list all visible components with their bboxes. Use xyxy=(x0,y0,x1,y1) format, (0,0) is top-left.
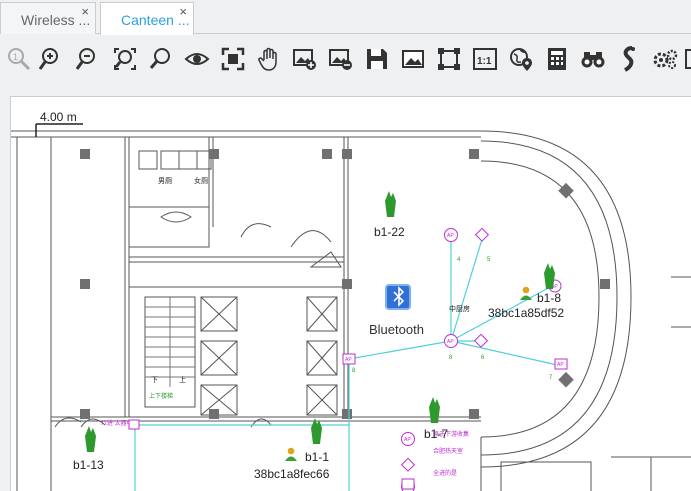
svg-text:上: 上 xyxy=(179,375,186,384)
close-icon[interactable]: × xyxy=(81,5,89,18)
binoculars-icon[interactable] xyxy=(578,44,608,74)
svg-text:女厕: 女厕 xyxy=(194,176,208,185)
fullscreen-icon[interactable] xyxy=(218,44,248,74)
app-window: Wireless ... × Canteen ... × 1 1:1 4 5 8… xyxy=(0,0,691,491)
svg-text:AP: AP xyxy=(345,357,352,363)
tab-label: Wireless ... xyxy=(21,12,91,28)
svg-text:合肥热天室: 合肥热天室 xyxy=(433,447,463,455)
svg-text:AP: AP xyxy=(447,339,454,345)
location-pin-icon[interactable] xyxy=(506,44,536,74)
map-canvas[interactable]: 45 86 78 上下楼梯 男厕 女厕 下上 中厨房 原子下游收集 合肥热天室 全… xyxy=(10,96,691,491)
actual-size-icon[interactable]: 1:1 xyxy=(470,44,500,74)
bluetooth-label[interactable]: Bluetooth xyxy=(369,322,424,337)
svg-text:1:1: 1:1 xyxy=(477,56,492,67)
svg-text:8: 8 xyxy=(352,368,356,374)
ap-label-b1-22[interactable]: b1-22 xyxy=(374,225,405,239)
client-label-b1-1[interactable]: 38bc1a8fec66 xyxy=(254,467,329,481)
ap-label-b1-8[interactable]: b1-8 xyxy=(537,291,561,305)
zoom-in-icon[interactable] xyxy=(36,44,66,74)
ap-label-b1-1[interactable]: b1-1 xyxy=(305,450,329,464)
tab-canteen[interactable]: Canteen ... × xyxy=(100,2,194,35)
svg-text:AP: AP xyxy=(404,437,411,443)
tab-wireless[interactable]: Wireless ... × xyxy=(0,2,96,34)
signal-path-icon[interactable] xyxy=(614,44,644,74)
svg-text:下: 下 xyxy=(151,376,158,384)
ap-label-b1-13[interactable]: b1-13 xyxy=(73,458,104,472)
eye-icon[interactable] xyxy=(182,44,212,74)
svg-text:八进 太器收: 八进 太器收 xyxy=(101,419,133,427)
svg-text:男厕: 男厕 xyxy=(158,177,172,185)
map-toolbar: 1 1:1 xyxy=(0,36,691,82)
save-icon[interactable] xyxy=(362,44,392,74)
zoom-reset-icon[interactable]: 1 xyxy=(4,44,34,74)
calculator-icon[interactable] xyxy=(542,44,572,74)
client-label-b1-8[interactable]: 38bc1a85df52 xyxy=(488,306,564,320)
map-area: 45 86 78 上下楼梯 男厕 女厕 下上 中厨房 原子下游收集 合肥热天室 全… xyxy=(0,82,691,491)
add-image-icon[interactable] xyxy=(290,44,320,74)
svg-text:8: 8 xyxy=(449,355,453,361)
more-icon[interactable] xyxy=(684,44,691,74)
svg-text:全进的是: 全进的是 xyxy=(433,469,457,477)
pan-hand-icon[interactable] xyxy=(254,44,284,74)
svg-text:AP: AP xyxy=(447,233,454,239)
zoom-fit-icon[interactable] xyxy=(110,44,140,74)
svg-text:4: 4 xyxy=(457,257,461,263)
svg-text:7: 7 xyxy=(549,375,553,381)
image-icon[interactable] xyxy=(398,44,428,74)
svg-text:1: 1 xyxy=(13,52,18,62)
floor-plan-drawing: 45 86 78 上下楼梯 男厕 女厕 下上 中厨房 原子下游收集 合肥热天室 全… xyxy=(11,123,691,491)
settings-icon[interactable] xyxy=(650,44,680,74)
svg-text:AP: AP xyxy=(557,362,564,368)
svg-text:6: 6 xyxy=(481,355,485,361)
svg-text:上下楼梯: 上下楼梯 xyxy=(149,392,173,400)
zoom-out-icon[interactable] xyxy=(73,44,103,74)
svg-text:5: 5 xyxy=(487,257,491,263)
tab-bar: Wireless ... × Canteen ... × xyxy=(0,0,691,35)
select-area-icon[interactable] xyxy=(434,44,464,74)
zoom-search-icon[interactable] xyxy=(146,44,176,74)
remove-image-icon[interactable] xyxy=(326,44,356,74)
ap-label-b1-7[interactable]: b1-7 xyxy=(424,427,448,441)
scale-label: 4.00 m xyxy=(40,110,77,124)
svg-text:中厨房: 中厨房 xyxy=(449,304,470,313)
close-icon[interactable]: × xyxy=(179,5,187,18)
